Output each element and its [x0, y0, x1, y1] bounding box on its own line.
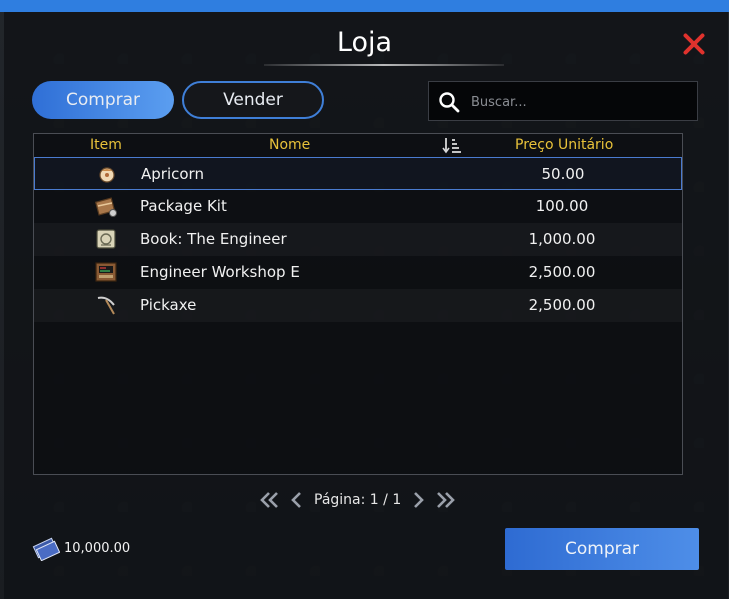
item-price: 100.00 — [535, 197, 589, 215]
apricorn-icon — [99, 167, 115, 183]
title-underline — [264, 64, 504, 66]
table-row[interactable]: Book: The Engineer 1,000.00 — [34, 223, 682, 256]
item-name: Apricorn — [141, 165, 204, 183]
package-kit-icon — [94, 197, 117, 217]
wallet-amount: 10,000.00 — [64, 541, 131, 556]
table-row[interactable]: Engineer Workshop E 2,500.00 — [34, 256, 682, 289]
item-price: 2,500.00 — [528, 296, 596, 314]
workshop-icon — [95, 262, 117, 282]
search-box — [428, 81, 698, 121]
search-icon[interactable] — [438, 91, 460, 113]
item-price: 1,000.00 — [528, 230, 596, 248]
book-icon — [96, 229, 116, 249]
item-name: Package Kit — [140, 197, 227, 215]
table-row[interactable]: Package Kit 100.00 — [34, 190, 682, 223]
item-name: Pickaxe — [140, 296, 197, 314]
items-table: Item Nome Preço Unitário Apricorn 50.00 … — [33, 133, 683, 475]
last-page-icon[interactable] — [433, 489, 457, 511]
column-header-item: Item — [90, 137, 122, 153]
table-row[interactable]: Pickaxe 2,500.00 — [34, 289, 682, 322]
sort-icon[interactable] — [442, 136, 462, 154]
prev-page-icon[interactable] — [285, 489, 309, 511]
item-price: 2,500.00 — [528, 263, 596, 281]
window-title: Loja — [336, 27, 393, 58]
tab-buy[interactable]: Comprar — [32, 81, 174, 119]
pagination: Página: 1 / 1 — [0, 489, 729, 511]
pickaxe-icon — [97, 296, 115, 315]
top-accent-bar — [0, 0, 729, 12]
next-page-icon[interactable] — [406, 489, 430, 511]
column-header-name: Nome — [269, 137, 311, 153]
item-name: Book: The Engineer — [140, 230, 287, 248]
tab-sell[interactable]: Vender — [182, 81, 324, 119]
money-icon — [32, 537, 60, 561]
page-indicator: Página: 1 / 1 — [314, 492, 402, 508]
table-header: Item Nome Preço Unitário — [34, 134, 682, 156]
close-icon[interactable] — [680, 30, 708, 58]
item-price: 50.00 — [541, 165, 585, 183]
column-header-price: Preço Unitário — [515, 137, 614, 153]
item-name: Engineer Workshop E — [140, 263, 300, 281]
search-input[interactable] — [469, 90, 693, 114]
table-row[interactable]: Apricorn 50.00 — [34, 157, 682, 190]
first-page-icon[interactable] — [258, 489, 282, 511]
buy-button[interactable]: Comprar — [505, 528, 699, 570]
